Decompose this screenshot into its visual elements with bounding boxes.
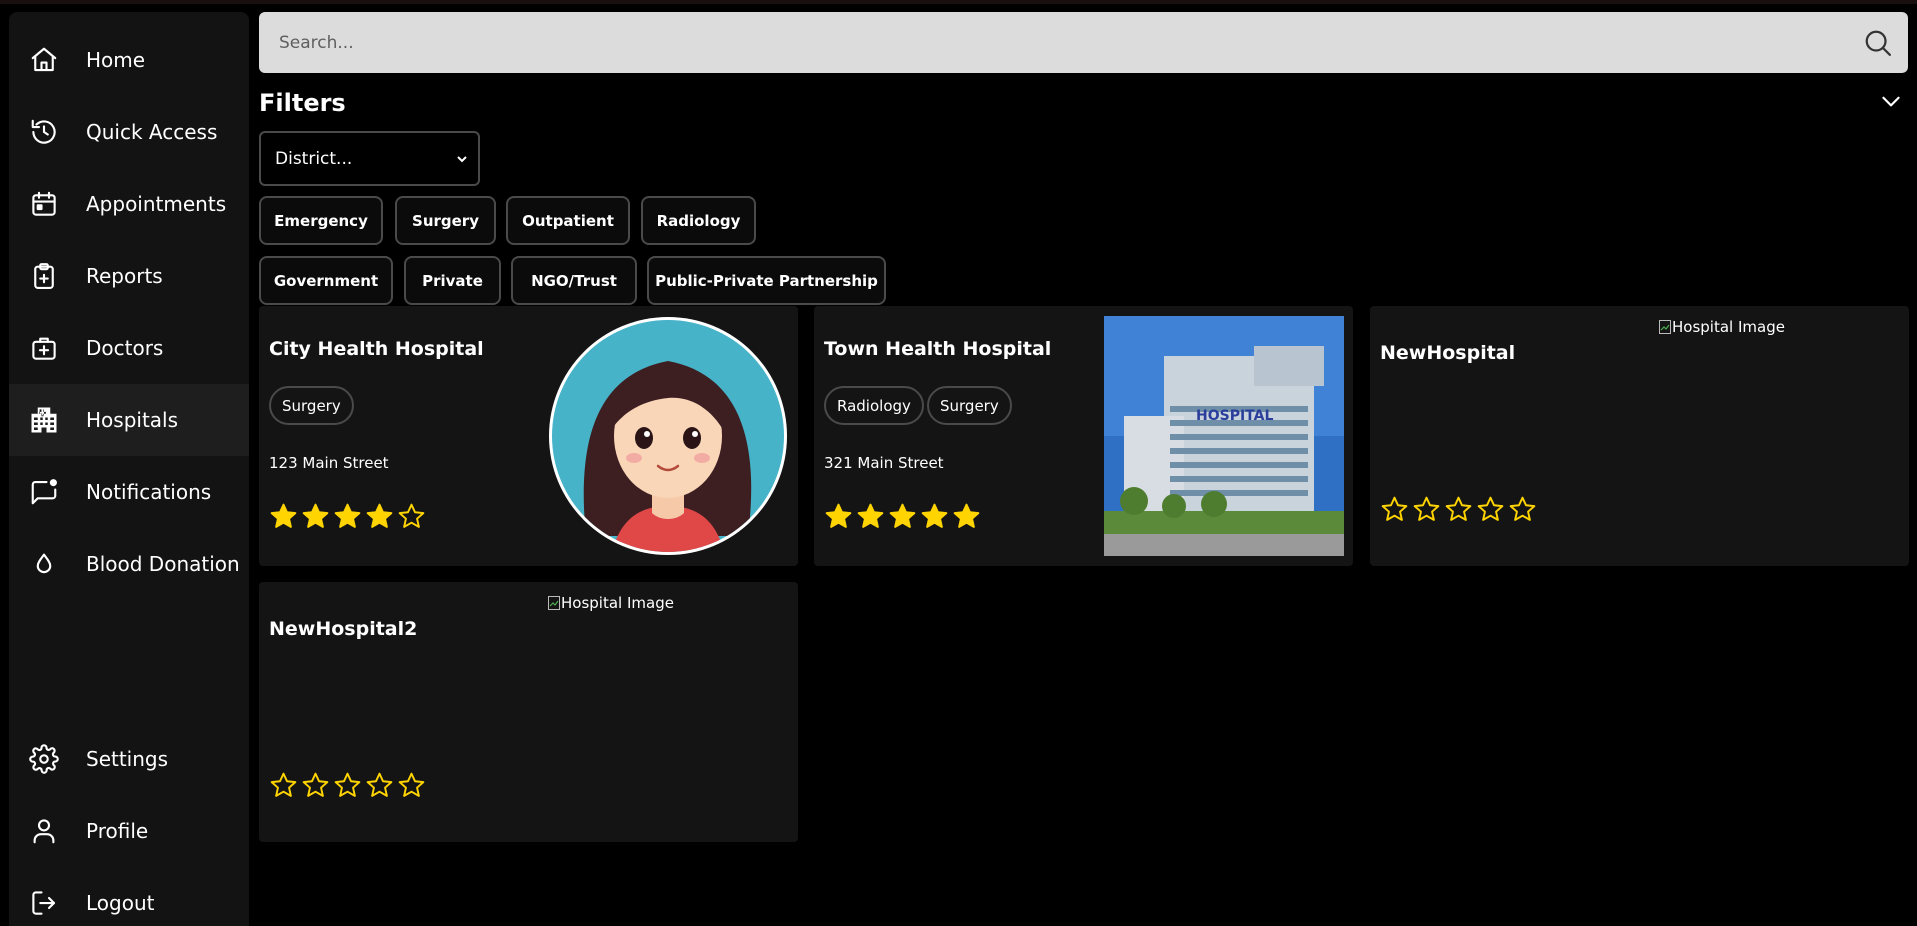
hospital-name: Town Health Hospital	[824, 338, 1052, 360]
broken-image-icon	[548, 596, 560, 610]
home-icon	[31, 47, 57, 72]
chevron-down-icon[interactable]	[1878, 88, 1904, 114]
sidebar-item-notifications[interactable]: Notifications	[9, 456, 249, 528]
star-filled-icon	[921, 503, 948, 528]
sidebar-item-quick-access[interactable]: Quick Access	[9, 96, 249, 168]
star-empty-icon	[334, 772, 361, 797]
hospital-name: NewHospital2	[269, 618, 418, 640]
image-alt-text: Hospital Image	[1672, 318, 1785, 336]
sidebar-item-profile[interactable]: Profile	[9, 795, 249, 867]
drop-icon	[36, 553, 52, 574]
sidebar-item-home[interactable]: Home	[9, 24, 249, 96]
sidebar-item-label: Logout	[86, 891, 155, 915]
rating-stars	[269, 502, 426, 531]
clipboard-plus-icon	[34, 263, 54, 289]
hospital-card[interactable]: NewHospital Hospital Image	[1370, 306, 1909, 566]
filter-chip-emergency[interactable]: Emergency	[259, 196, 383, 245]
district-select[interactable]: District...	[259, 131, 480, 186]
sidebar-item-reports[interactable]: Reports	[9, 240, 249, 312]
rating-stars	[1380, 495, 1537, 524]
star-filled-icon	[334, 503, 361, 528]
star-filled-icon	[857, 503, 884, 528]
hospital-name: NewHospital	[1380, 342, 1516, 364]
sidebar-item-label: Home	[86, 48, 146, 72]
hospital-tag: Surgery	[269, 386, 354, 425]
image-alt-text: Hospital Image	[561, 594, 674, 612]
search-bar	[259, 12, 1908, 73]
hospital-image-placeholder: Hospital Image	[1659, 318, 1785, 336]
filter-chip-surgery[interactable]: Surgery	[395, 196, 496, 245]
search-button[interactable]	[1848, 12, 1908, 73]
star-empty-icon	[1509, 496, 1536, 521]
star-empty-icon	[1413, 496, 1440, 521]
sidebar-item-appointments[interactable]: Appointments	[9, 168, 249, 240]
sidebar-item-doctors[interactable]: Doctors	[9, 312, 249, 384]
hospital-address: 123 Main Street	[269, 454, 389, 472]
star-empty-icon	[270, 772, 297, 797]
hospital-tag: Surgery	[927, 386, 1012, 425]
star-filled-icon	[953, 503, 980, 528]
sidebar-item-blood-donation[interactable]: Blood Donation	[9, 528, 249, 600]
sidebar-item-logout[interactable]: Logout	[9, 867, 249, 926]
star-empty-icon	[302, 772, 329, 797]
star-empty-icon	[1381, 496, 1408, 521]
sidebar-item-label: Profile	[86, 819, 149, 843]
star-filled-icon	[302, 503, 329, 528]
search-input[interactable]	[259, 12, 1848, 73]
medical-kit-icon	[32, 337, 56, 360]
rating-stars	[824, 502, 981, 531]
star-filled-icon	[270, 503, 297, 528]
search-icon	[1865, 30, 1891, 56]
sidebar-item-label: Quick Access	[86, 120, 218, 144]
filter-chip-private[interactable]: Private	[404, 256, 501, 305]
svg-text:HOSPITAL: HOSPITAL	[1196, 408, 1273, 424]
sidebar-item-hospitals[interactable]: Hospitals	[9, 384, 249, 456]
sidebar-item-label: Hospitals	[86, 408, 179, 432]
star-empty-icon	[366, 772, 393, 797]
history-icon	[31, 119, 56, 144]
filter-chip-radiology[interactable]: Radiology	[641, 196, 756, 245]
district-select-value: District...	[275, 148, 353, 169]
hospital-card[interactable]: NewHospital2 Hospital Image	[259, 582, 798, 842]
window-top-border	[0, 0, 1917, 4]
sidebar-item-label: Appointments	[86, 192, 227, 216]
hospital-address: 321 Main Street	[824, 454, 944, 472]
logout-icon	[32, 891, 56, 915]
star-empty-icon	[398, 503, 425, 528]
filters-heading: Filters	[259, 89, 346, 117]
calendar-icon	[32, 191, 56, 216]
star-filled-icon	[889, 503, 916, 528]
gear-icon	[29, 744, 59, 774]
filter-chip-government[interactable]: Government	[259, 256, 393, 305]
sidebar-item-label: Reports	[86, 264, 163, 288]
star-filled-icon	[825, 503, 852, 528]
sidebar-item-label: Settings	[86, 747, 169, 771]
hospital-card[interactable]: City Health Hospital Surgery 123 Main St…	[259, 306, 798, 566]
hospital-icon	[31, 407, 57, 433]
hospital-card[interactable]: Town Health Hospital Radiology Surgery 3…	[814, 306, 1353, 566]
hospital-avatar-image	[549, 317, 787, 555]
hospital-building-image: HOSPITAL	[1104, 316, 1344, 556]
chevron-down-icon	[457, 155, 467, 162]
sidebar-item-label: Doctors	[86, 336, 164, 360]
star-empty-icon	[1477, 496, 1504, 521]
hospital-image-placeholder: Hospital Image	[548, 594, 674, 612]
star-empty-icon	[398, 772, 425, 797]
rating-stars	[269, 771, 426, 800]
filter-chip-ppp[interactable]: Public-Private Partnership	[647, 256, 886, 305]
star-filled-icon	[366, 503, 393, 528]
sidebar-item-label: Blood Donation	[86, 552, 240, 576]
broken-image-icon	[1659, 320, 1671, 334]
sidebar-item-label: Notifications	[86, 480, 212, 504]
hospital-name: City Health Hospital	[269, 338, 484, 360]
user-icon	[33, 819, 55, 844]
star-empty-icon	[1445, 496, 1472, 521]
sidebar: Home Quick Access Appointments Reports D…	[9, 12, 249, 926]
sidebar-item-settings[interactable]: Settings	[9, 723, 249, 795]
hospital-tag: Radiology	[824, 386, 924, 425]
filter-chip-outpatient[interactable]: Outpatient	[506, 196, 630, 245]
message-dot-icon	[31, 479, 57, 505]
filter-chip-ngo-trust[interactable]: NGO/Trust	[511, 256, 637, 305]
